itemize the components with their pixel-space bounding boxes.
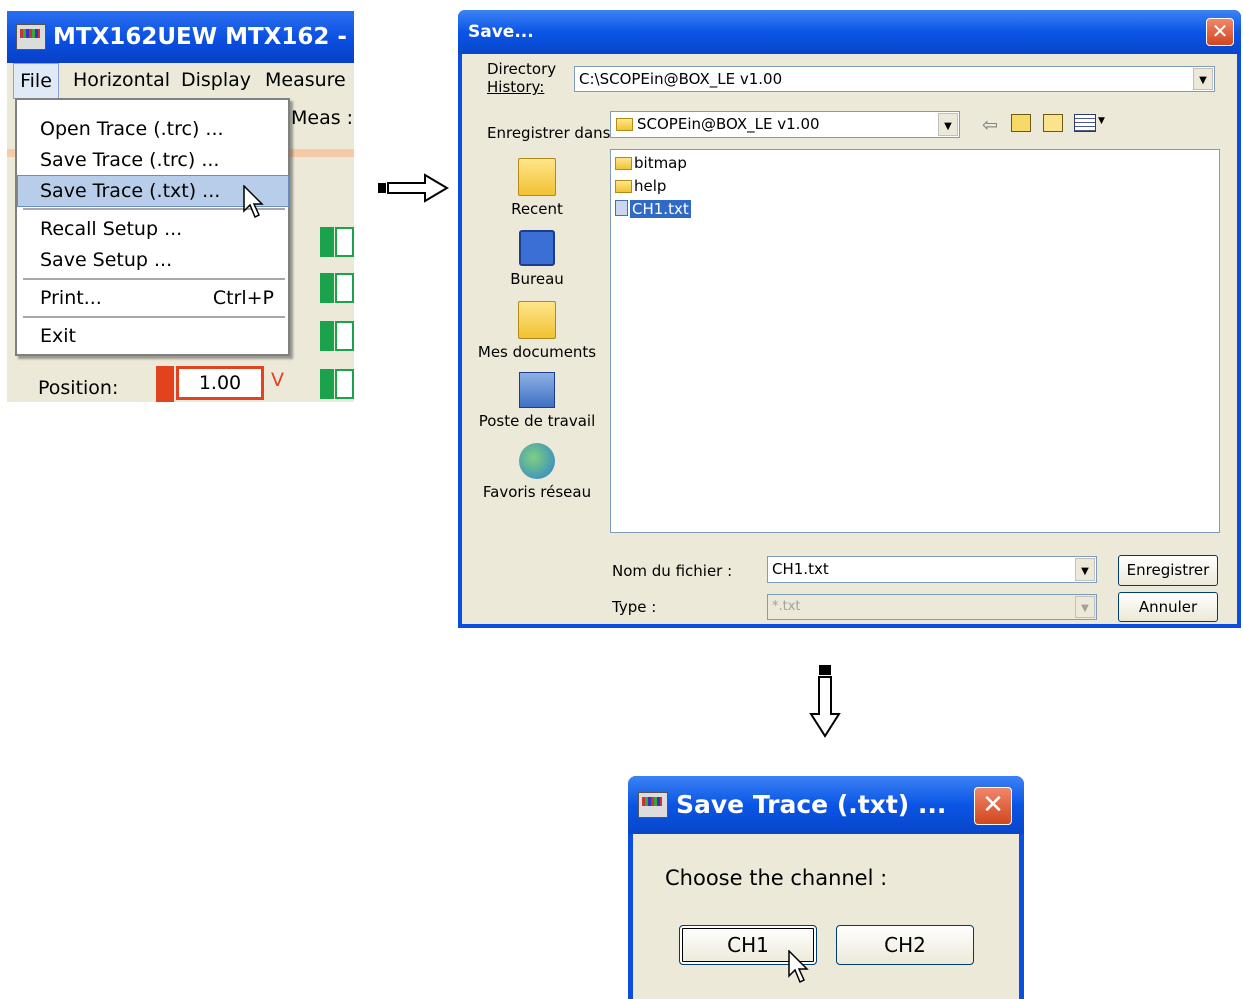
save-dialog-client: Directory History: C:\SCOPEin@BOX_LE v1.… bbox=[462, 54, 1237, 624]
directory-history-label-2: History: bbox=[487, 78, 545, 96]
choose-channel-prompt: Choose the channel : bbox=[665, 866, 888, 890]
view-menu-chevron-icon[interactable]: ▼ bbox=[1098, 116, 1105, 126]
green-spinner[interactable] bbox=[320, 273, 354, 303]
up-folder-icon[interactable] bbox=[1011, 114, 1031, 132]
green-spinner[interactable] bbox=[320, 321, 354, 351]
computer-icon bbox=[519, 372, 555, 408]
menu-item-save-setup[interactable]: Save Setup ... bbox=[18, 245, 288, 275]
oscilloscope-app-icon bbox=[638, 792, 668, 818]
app-menu-bar: File Horizontal Display Measure bbox=[7, 63, 354, 99]
place-poste-de-travail[interactable]: Poste de travail bbox=[477, 372, 597, 430]
place-favoris-reseau[interactable]: Favoris réseau bbox=[477, 443, 597, 501]
list-item[interactable]: CH1.txt bbox=[615, 199, 691, 219]
chevron-down-icon[interactable]: ▼ bbox=[1075, 558, 1095, 581]
type-combo: *.txt ▼ bbox=[767, 594, 1097, 620]
type-label: Type : bbox=[612, 598, 657, 616]
desktop-icon bbox=[519, 230, 555, 266]
position-label: Position: bbox=[38, 377, 119, 399]
save-in-label: Enregistrer dans : bbox=[487, 124, 621, 142]
save-dialog: Save... ✕ Directory History: C:\SCOPEin@… bbox=[458, 10, 1241, 628]
ch2-button[interactable]: CH2 bbox=[836, 925, 974, 965]
directory-history-combo[interactable]: C:\SCOPEin@BOX_LE v1.00 ▼ bbox=[574, 66, 1215, 92]
filename-label: Nom du fichier : bbox=[612, 562, 733, 580]
menu-item-open-trace-trc[interactable]: Open Trace (.trc) ... bbox=[18, 114, 288, 144]
save-dialog-title-bar: Save... ✕ bbox=[458, 10, 1241, 54]
folder-icon bbox=[615, 157, 632, 170]
save-dialog-title: Save... bbox=[468, 22, 534, 42]
directory-history-label: Directory bbox=[487, 60, 557, 78]
documents-folder-icon bbox=[518, 301, 556, 339]
place-recent[interactable]: Recent bbox=[477, 158, 597, 218]
file-menu-dropdown: Open Trace (.trc) ... Save Trace (.trc) … bbox=[15, 98, 290, 356]
mouse-pointer-icon bbox=[243, 185, 264, 219]
cancel-button[interactable]: Annuler bbox=[1118, 592, 1218, 622]
network-globe-icon bbox=[519, 443, 555, 479]
folder-icon bbox=[615, 180, 632, 193]
green-spinner[interactable] bbox=[320, 369, 354, 399]
list-item[interactable]: bitmap bbox=[615, 153, 687, 173]
menu-separator bbox=[23, 316, 285, 318]
close-icon[interactable]: ✕ bbox=[1206, 18, 1234, 46]
folder-icon bbox=[616, 118, 633, 131]
place-bureau[interactable]: Bureau bbox=[477, 230, 597, 288]
channel-dialog-title-bar: Save Trace (.txt) ... ✕ bbox=[628, 776, 1024, 834]
green-spinner[interactable] bbox=[320, 227, 354, 257]
position-spinner-arrows[interactable] bbox=[156, 366, 174, 402]
place-mes-documents[interactable]: Mes documents bbox=[477, 301, 597, 361]
oscilloscope-app-icon bbox=[16, 24, 46, 50]
meas-tab-label[interactable]: Meas : bbox=[291, 107, 353, 129]
channel-dialog-client: Choose the channel : CH1 CH2 bbox=[633, 834, 1019, 999]
filename-value: CH1.txt bbox=[772, 560, 829, 578]
recent-folder-icon bbox=[518, 158, 556, 196]
menu-separator bbox=[23, 278, 285, 280]
close-icon[interactable]: ✕ bbox=[974, 787, 1012, 825]
filename-field[interactable]: CH1.txt ▼ bbox=[767, 556, 1097, 583]
menu-item-save-trace-trc[interactable]: Save Trace (.trc) ... bbox=[18, 145, 288, 175]
menu-measure[interactable]: Measure bbox=[265, 69, 346, 91]
menu-file[interactable]: File bbox=[13, 63, 59, 99]
channel-dialog-title: Save Trace (.txt) ... bbox=[676, 790, 947, 819]
new-folder-icon[interactable] bbox=[1043, 114, 1063, 132]
view-menu-icon[interactable] bbox=[1074, 114, 1096, 132]
text-file-icon bbox=[615, 200, 628, 216]
mouse-pointer-icon bbox=[788, 950, 809, 984]
directory-history-value: C:\SCOPEin@BOX_LE v1.00 bbox=[579, 70, 783, 88]
channel-dialog: Save Trace (.txt) ... ✕ Choose the chann… bbox=[628, 776, 1024, 999]
back-arrow-icon[interactable]: ⇦ bbox=[982, 114, 998, 136]
save-button[interactable]: Enregistrer bbox=[1118, 555, 1218, 586]
chevron-down-icon[interactable]: ▼ bbox=[1193, 68, 1213, 90]
type-value: *.txt bbox=[772, 599, 801, 614]
menu-item-print[interactable]: Print... Ctrl+P bbox=[18, 283, 288, 313]
save-in-combo[interactable]: SCOPEin@BOX_LE v1.00 ▼ bbox=[610, 111, 960, 138]
menu-display[interactable]: Display bbox=[181, 69, 251, 91]
list-item[interactable]: help bbox=[615, 176, 666, 196]
arrow-down-icon bbox=[809, 665, 841, 738]
position-unit: V bbox=[271, 369, 284, 391]
file-list[interactable]: bitmap help CH1.txt bbox=[610, 149, 1220, 533]
position-value-field[interactable]: 1.00 bbox=[176, 366, 264, 400]
chevron-down-icon: ▼ bbox=[1075, 596, 1095, 618]
menu-horizontal[interactable]: Horizontal bbox=[73, 69, 170, 91]
app-title-bar: MTX162UEW MTX162 - Os bbox=[7, 11, 354, 63]
menu-item-exit[interactable]: Exit bbox=[18, 321, 288, 351]
chevron-down-icon[interactable]: ▼ bbox=[938, 113, 958, 136]
arrow-right-icon bbox=[378, 173, 449, 203]
app-title: MTX162UEW MTX162 - Os bbox=[53, 24, 354, 50]
save-in-value: SCOPEin@BOX_LE v1.00 bbox=[637, 115, 820, 133]
oscilloscope-app-window: MTX162UEW MTX162 - Os File Horizontal Di… bbox=[7, 11, 354, 402]
